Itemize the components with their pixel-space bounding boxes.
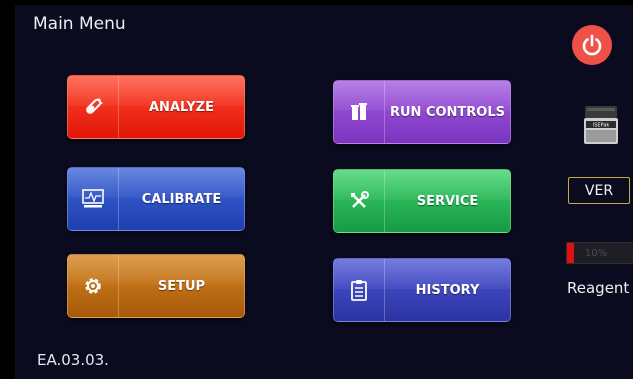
history-button[interactable]: HISTORY — [333, 258, 511, 322]
reagent-label: Reagent — [567, 279, 630, 297]
vials-icon — [334, 81, 385, 143]
calibrate-label: CALIBRATE — [141, 191, 222, 207]
history-label: HISTORY — [415, 282, 480, 298]
ver-button[interactable]: VER — [568, 177, 630, 204]
power-icon — [582, 34, 602, 56]
power-button[interactable] — [572, 25, 612, 65]
page-title: Main Menu — [33, 14, 126, 34]
setup-label: SETUP — [157, 278, 206, 294]
analyze-button[interactable]: ANALYZE — [67, 75, 245, 139]
gear-icon — [68, 255, 119, 317]
run-controls-button[interactable]: RUN CONTROLS — [333, 80, 511, 144]
ver-label: VER — [584, 182, 614, 199]
isepak-cartridge-icon[interactable]: ISEPak — [581, 104, 621, 148]
test-tube-icon — [68, 76, 119, 138]
analyze-label: ANALYZE — [149, 99, 214, 115]
software-version: EA.03.03. — [37, 351, 109, 369]
service-label: SERVICE — [416, 193, 479, 209]
monitor-waveform-icon — [68, 168, 119, 230]
run-controls-label: RUN CONTROLS — [389, 104, 506, 120]
service-button[interactable]: SERVICE — [333, 169, 511, 233]
tools-icon — [334, 170, 385, 232]
reagent-level-bar: 10% — [566, 242, 633, 264]
main-menu-screen: Main Menu ANALYZE CALIBRATE SETUP RUN CO… — [15, 5, 633, 379]
setup-button[interactable]: SETUP — [67, 254, 245, 318]
reagent-percent: 10% — [584, 247, 608, 259]
clipboard-icon — [334, 259, 385, 321]
isepak-label: ISEPak — [593, 123, 610, 129]
calibrate-button[interactable]: CALIBRATE — [67, 167, 245, 231]
